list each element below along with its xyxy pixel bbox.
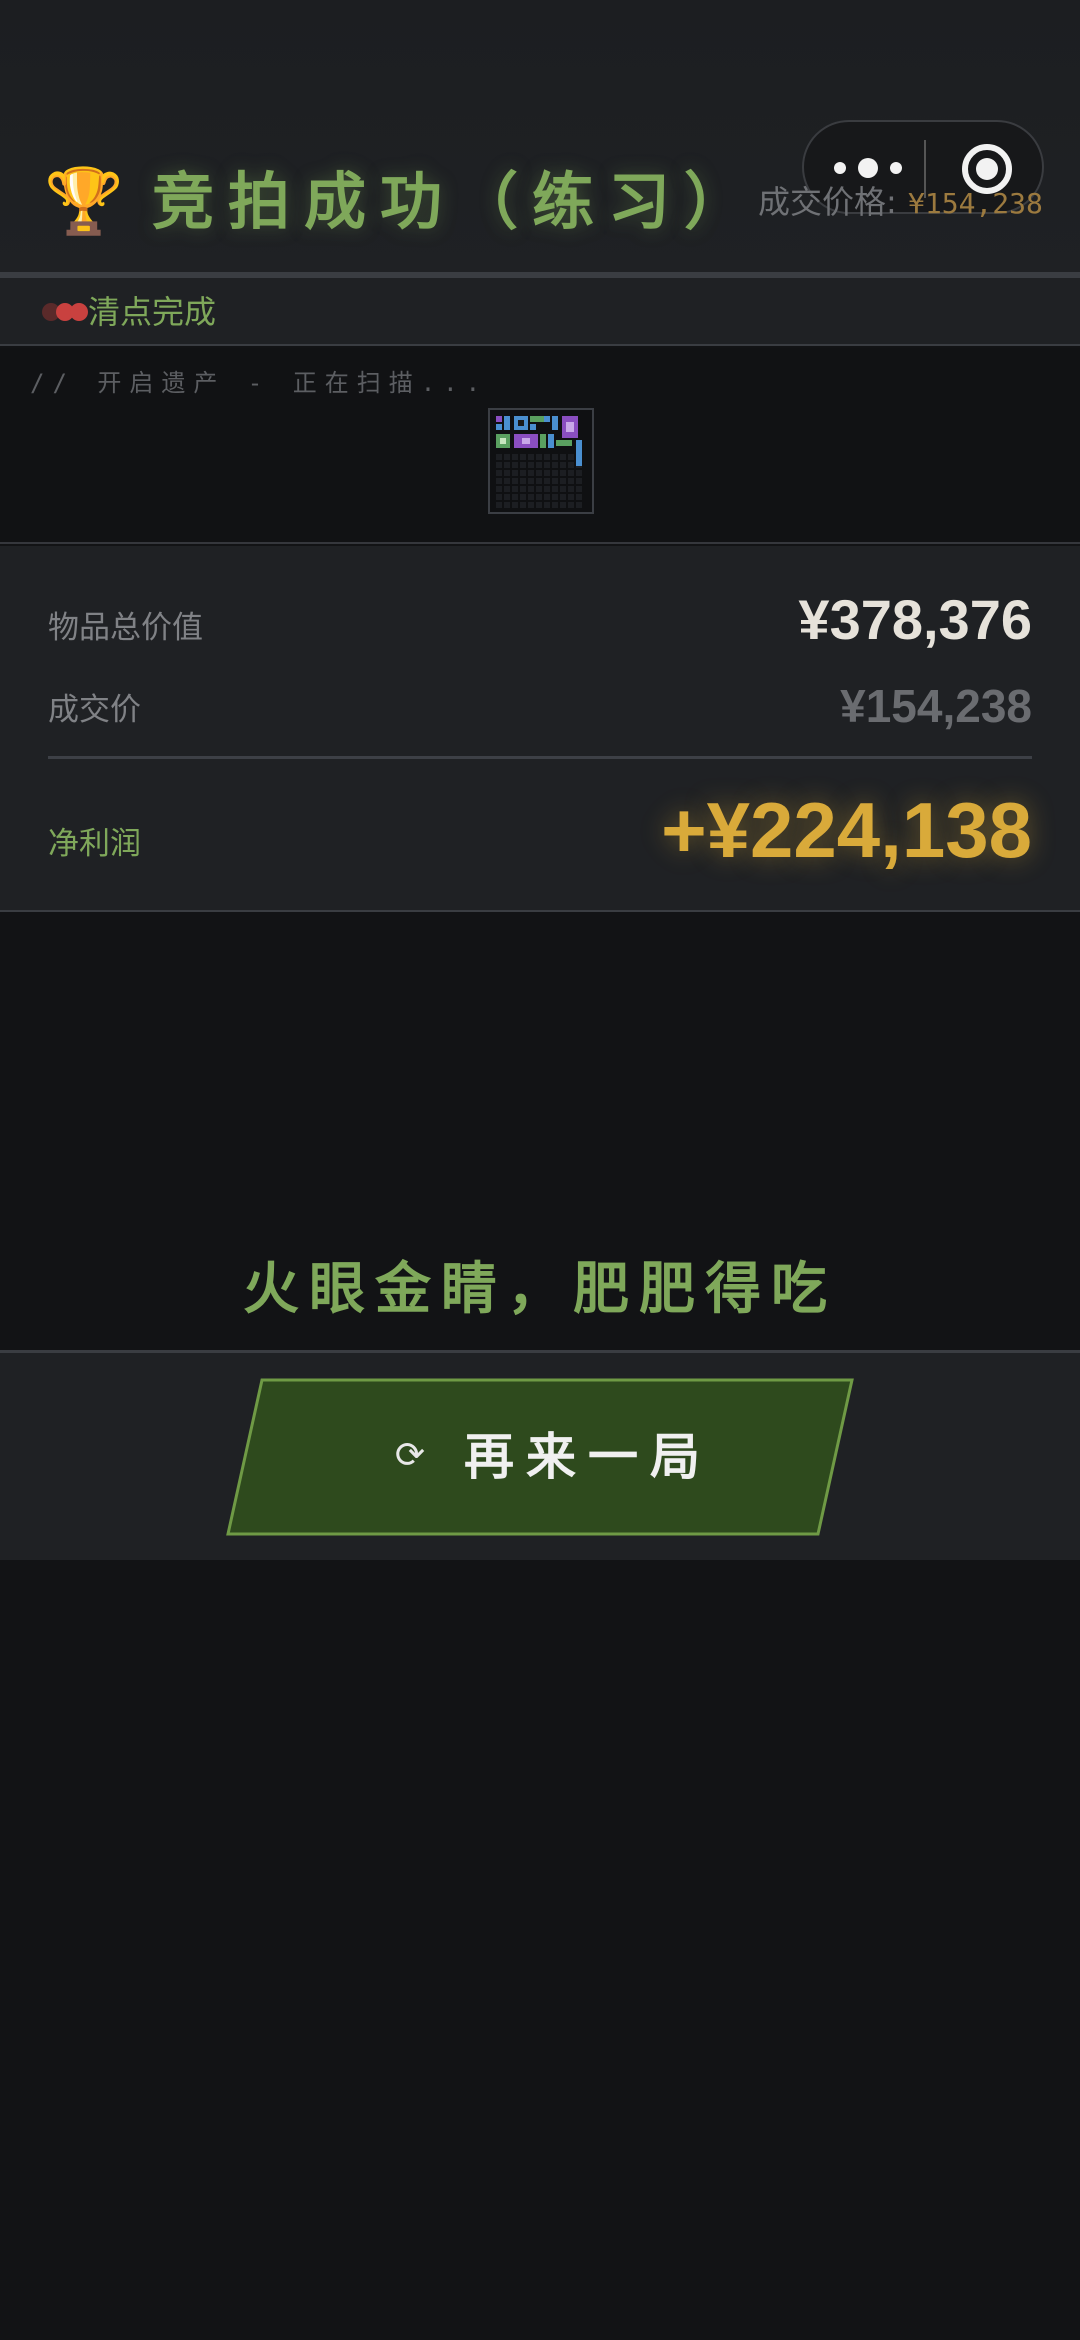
deal-price-label: 成交价格: [758, 183, 897, 221]
total-value-amount: ¥378,376 [798, 588, 1032, 651]
scan-caption: // 开启遗产 - 正在扫描... [30, 369, 489, 397]
page-title: 竞拍成功（练习） [152, 165, 761, 238]
play-again-label: 再来一局 [464, 1428, 712, 1486]
status-dot-3 [70, 303, 88, 321]
item-grid-graphic [496, 416, 582, 508]
status-dots [42, 303, 90, 321]
trophy-icon: 🏆 [44, 165, 124, 239]
status-text: 清点完成 [88, 293, 217, 331]
app-root: 🏆 竞拍成功（练习） 成交价格: ¥154,238 清点完成 // 开启遗产 -… [0, 0, 1080, 2340]
item-grid-thumbnail [488, 408, 594, 514]
deal-price-row-value: ¥154,238 [840, 680, 1032, 732]
net-profit-label: 净利润 [48, 826, 141, 862]
refresh-icon: ⟳ [394, 1435, 426, 1476]
deal-price-value: ¥154,238 [908, 187, 1043, 220]
deal-price-row-label: 成交价 [48, 692, 141, 728]
total-value-label: 物品总价值 [48, 610, 203, 646]
net-profit-value: +¥224,138 [661, 786, 1032, 874]
values-divider [48, 756, 1032, 759]
result-slogan: 火眼金睛，肥肥得吃 [243, 1257, 837, 1322]
